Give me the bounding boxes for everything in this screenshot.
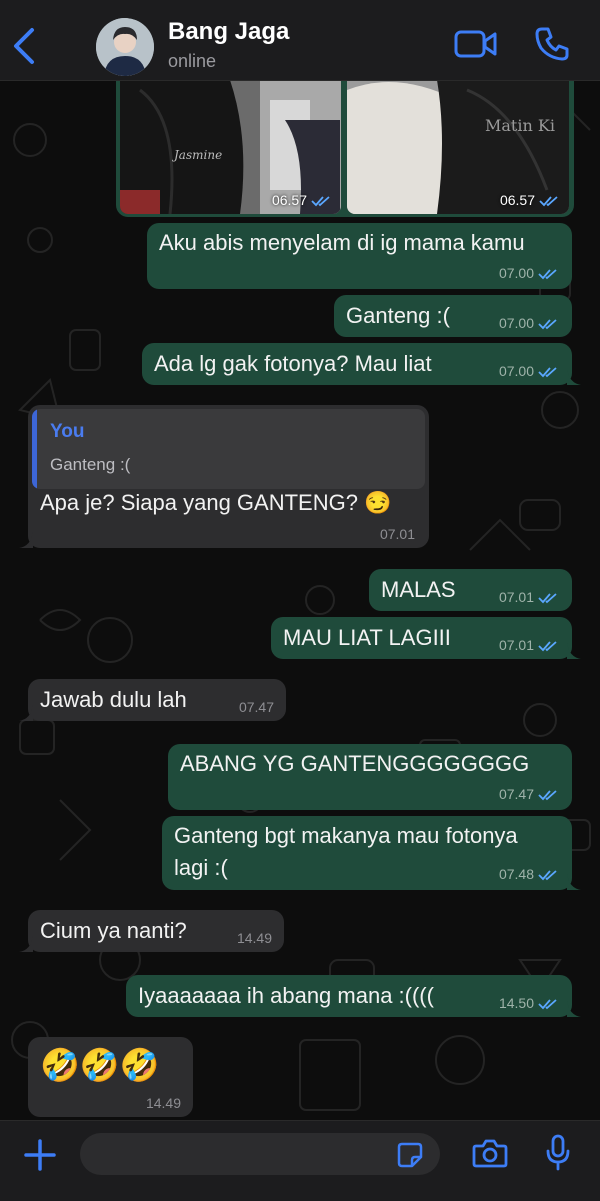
message-incoming[interactable]: You Ganteng :( Apa je? Siapa yang GANTEN…	[19, 405, 429, 548]
message-time: 07.00	[499, 315, 558, 331]
chat-area[interactable]: Jasmine 06.57 Matin Ki 06.57 Aku abis me…	[0, 80, 600, 1120]
bubble-tail	[19, 532, 33, 548]
video-call-icon[interactable]	[454, 28, 498, 60]
message-text: ABANG YG GANTENGGGGGGGG	[180, 751, 530, 776]
phone-icon[interactable]	[534, 26, 570, 62]
bubble-tail	[567, 369, 581, 385]
message-time: 07.48	[499, 866, 558, 882]
message-text: Ganteng :(	[346, 303, 450, 328]
reply-accent-bar	[32, 409, 37, 489]
read-receipt-icon	[538, 870, 557, 881]
message-time: 07.01	[379, 526, 415, 542]
emoji-message: 🤣🤣🤣	[40, 1047, 160, 1083]
message-text: Aku abis menyelam di ig mama kamu	[159, 230, 525, 255]
sticker-icon[interactable]	[396, 1141, 424, 1169]
message-text: MALAS	[381, 577, 456, 602]
composer-bar	[0, 1120, 600, 1201]
read-receipt-icon	[538, 319, 557, 330]
read-receipt-icon	[538, 641, 557, 652]
message-incoming[interactable]: Cium ya nanti? 14.49	[19, 910, 284, 952]
bubble-tail	[19, 936, 33, 952]
message-text: Ada lg gak fotonya? Mau liat	[154, 351, 432, 376]
message-text: lagi :(	[174, 855, 228, 880]
message-time: 07.00	[499, 265, 558, 281]
message-text: Jawab dulu lah	[40, 687, 187, 712]
back-chevron-icon[interactable]	[10, 26, 38, 66]
message-outgoing[interactable]: Ganteng bgt makanya mau fotonya lagi :( …	[162, 816, 581, 890]
chat-header: Bang Jaga online	[0, 0, 600, 81]
read-receipt-icon	[539, 196, 558, 207]
photo-timestamp: 06.57	[500, 192, 559, 208]
message-input[interactable]	[80, 1133, 440, 1175]
message-outgoing[interactable]: MALAS 07.01	[369, 569, 572, 611]
plus-icon[interactable]	[22, 1137, 58, 1173]
message-time: 14.49	[145, 1095, 181, 1111]
read-receipt-icon	[538, 367, 557, 378]
avatar[interactable]	[96, 18, 154, 76]
camera-icon[interactable]	[472, 1137, 508, 1169]
message-text: MAU LIAT LAGIII	[283, 625, 451, 650]
contact-status: online	[168, 51, 217, 71]
message-text: Apa je? Siapa yang GANTENG? 😏	[40, 490, 392, 515]
message-outgoing[interactable]: Ganteng :( 07.00	[334, 295, 572, 337]
photo-thumbnail[interactable]: Matin Ki 06.57	[347, 80, 569, 214]
quoted-reply[interactable]: You Ganteng :(	[32, 409, 425, 489]
contact-name[interactable]: Bang Jaga	[168, 18, 289, 46]
message-time: 14.50	[499, 995, 558, 1011]
message-time: 07.47	[499, 786, 558, 802]
message-time: 07.47	[238, 699, 274, 715]
message-text: Iyaaaaaaa ih abang mana :((((	[138, 983, 434, 1008]
message-outgoing[interactable]: ABANG YG GANTENGGGGGGGG 07.47	[168, 744, 572, 810]
bubble-tail	[567, 1001, 581, 1017]
read-receipt-icon	[311, 196, 330, 207]
message-time: 07.00	[499, 363, 558, 379]
message-time: 07.01	[499, 589, 558, 605]
message-text: Ganteng bgt makanya mau fotonya	[174, 823, 518, 848]
photo-overlay-text: Matin Ki	[485, 116, 555, 135]
bubble-tail	[19, 705, 33, 721]
photo-overlay-text: Jasmine	[174, 148, 223, 162]
message-time: 14.49	[236, 930, 272, 946]
reply-text: Ganteng :(	[50, 455, 131, 474]
bubble-tail	[567, 643, 581, 659]
reply-author: You	[50, 421, 85, 442]
bubble-tail	[567, 874, 581, 890]
message-outgoing[interactable]: Aku abis menyelam di ig mama kamu 07.00	[147, 223, 572, 289]
message-outgoing[interactable]: Iyaaaaaaa ih abang mana :(((( 14.50	[126, 975, 581, 1017]
photo-timestamp: 06.57	[272, 192, 331, 208]
message-outgoing[interactable]: MAU LIAT LAGIII 07.01	[271, 617, 581, 659]
read-receipt-icon	[538, 269, 557, 280]
photo-thumbnail[interactable]: Jasmine 06.57	[120, 80, 341, 214]
read-receipt-icon	[538, 790, 557, 801]
photo-album: Jasmine 06.57 Matin Ki 06.57	[116, 80, 574, 217]
message-outgoing[interactable]: Ada lg gak fotonya? Mau liat 07.00	[142, 343, 581, 385]
message-incoming[interactable]: 🤣🤣🤣 14.49	[28, 1037, 193, 1117]
message-text: Cium ya nanti?	[40, 918, 187, 943]
microphone-icon[interactable]	[544, 1133, 572, 1173]
read-receipt-icon	[538, 593, 557, 604]
message-incoming[interactable]: Jawab dulu lah 07.47	[19, 679, 286, 721]
message-time: 07.01	[499, 637, 558, 653]
read-receipt-icon	[538, 999, 557, 1010]
